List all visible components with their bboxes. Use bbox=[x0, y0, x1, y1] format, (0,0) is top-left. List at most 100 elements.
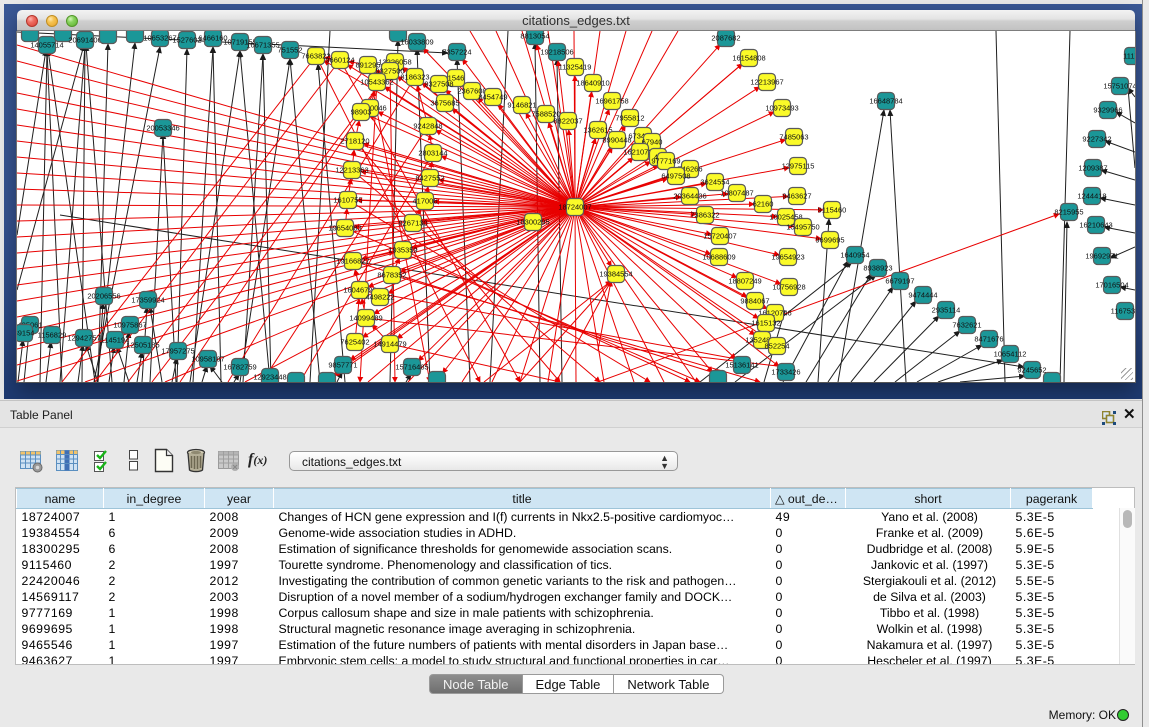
svg-text:8427552: 8427552 bbox=[415, 174, 444, 183]
svg-text:16210643: 16210643 bbox=[1079, 221, 1112, 230]
svg-text:18724007: 18724007 bbox=[558, 203, 591, 212]
svg-text:15720407: 15720407 bbox=[703, 232, 736, 241]
svg-text:2803144: 2803144 bbox=[418, 149, 447, 158]
svg-text:10807487: 10807487 bbox=[720, 189, 753, 198]
svg-text:8822037: 8822037 bbox=[553, 117, 582, 126]
svg-text:9242848: 9242848 bbox=[413, 122, 442, 131]
svg-text:10688609: 10688609 bbox=[702, 253, 735, 262]
svg-text:1640954: 1640954 bbox=[840, 251, 869, 260]
svg-text:19218506: 19218506 bbox=[540, 48, 573, 57]
svg-text:8938923: 8938923 bbox=[863, 264, 892, 273]
svg-text:1244418: 1244418 bbox=[1077, 192, 1106, 201]
svg-text:10543362: 10543362 bbox=[360, 78, 393, 87]
svg-text:18640910: 18640910 bbox=[576, 79, 609, 88]
svg-text:19654923: 19654923 bbox=[771, 253, 804, 262]
svg-text:8990448: 8990448 bbox=[602, 136, 631, 145]
svg-text:14914479: 14914479 bbox=[373, 340, 406, 349]
svg-text:16671355: 16671355 bbox=[246, 41, 279, 50]
svg-text:7386322: 7386322 bbox=[690, 211, 719, 220]
svg-text:19692971: 19692971 bbox=[1085, 252, 1118, 261]
svg-text:1362615: 1362615 bbox=[583, 126, 612, 135]
svg-text:98903: 98903 bbox=[351, 108, 372, 117]
svg-text:9884067: 9884067 bbox=[740, 297, 769, 306]
svg-text:18300295: 18300295 bbox=[516, 218, 549, 227]
svg-text:8471676: 8471676 bbox=[974, 335, 1003, 344]
svg-text:8215955: 8215955 bbox=[1054, 208, 1083, 217]
svg-text:17016504: 17016504 bbox=[1095, 281, 1128, 290]
svg-text:1615132: 1615132 bbox=[751, 319, 780, 328]
svg-text:10654112: 10654112 bbox=[994, 350, 1027, 359]
svg-text:9463627: 9463627 bbox=[782, 192, 811, 201]
svg-text:6679197: 6679197 bbox=[885, 277, 914, 286]
svg-text:7632621: 7632621 bbox=[952, 321, 981, 330]
svg-text:15716485: 15716485 bbox=[395, 363, 428, 372]
svg-text:9699695: 9699695 bbox=[815, 236, 844, 245]
svg-text:16033809: 16033809 bbox=[400, 38, 433, 47]
svg-text:3675685: 3675685 bbox=[430, 99, 459, 108]
svg-text:2935114: 2935114 bbox=[932, 306, 961, 315]
svg-text:4498222: 4498222 bbox=[365, 293, 394, 302]
svg-text:7625402: 7625402 bbox=[340, 338, 369, 347]
svg-text:1733426: 1733426 bbox=[771, 368, 800, 377]
svg-text:20053346: 20053346 bbox=[146, 124, 179, 133]
svg-text:9245652: 9245652 bbox=[1017, 366, 1046, 375]
svg-text:12213967: 12213967 bbox=[750, 78, 783, 87]
svg-text:9857771: 9857771 bbox=[328, 361, 357, 370]
svg-text:19166827: 19166827 bbox=[336, 257, 369, 266]
svg-text:9660124: 9660124 bbox=[325, 56, 354, 65]
svg-text:18807249: 18807249 bbox=[728, 277, 761, 286]
svg-text:19384554: 19384554 bbox=[599, 270, 632, 279]
svg-text:6497508: 6497508 bbox=[661, 172, 690, 181]
svg-text:20691406: 20691406 bbox=[68, 36, 101, 45]
svg-text:10973493: 10973493 bbox=[765, 104, 798, 113]
svg-text:15751074: 15751074 bbox=[1103, 82, 1135, 91]
svg-text:1209387: 1209387 bbox=[1078, 164, 1107, 173]
svg-text:10975867: 10975867 bbox=[113, 321, 146, 330]
svg-text:12505185: 12505185 bbox=[126, 341, 159, 350]
svg-text:14099489: 14099489 bbox=[349, 314, 382, 323]
svg-text:17957275: 17957275 bbox=[161, 347, 194, 356]
svg-text:9227342: 9227342 bbox=[1082, 135, 1111, 144]
svg-text:10756928: 10756928 bbox=[772, 283, 805, 292]
svg-text:7955812: 7955812 bbox=[615, 114, 644, 123]
svg-text:1610755: 1610755 bbox=[333, 196, 362, 205]
svg-text:9115460: 9115460 bbox=[818, 206, 847, 215]
svg-text:3624554: 3624554 bbox=[700, 178, 729, 187]
svg-text:1527602: 1527602 bbox=[172, 36, 201, 45]
svg-text:9777169: 9777169 bbox=[651, 157, 680, 166]
svg-text:12975115: 12975115 bbox=[782, 162, 815, 171]
svg-text:16154808: 16154808 bbox=[732, 54, 765, 63]
svg-text:1156829: 1156829 bbox=[38, 331, 67, 340]
svg-text:17359924: 17359924 bbox=[131, 296, 164, 305]
svg-text:7357224: 7357224 bbox=[442, 48, 471, 57]
svg-text:9474444: 9474444 bbox=[908, 291, 937, 300]
svg-text:8813054: 8813054 bbox=[520, 32, 549, 41]
svg-text:11325419: 11325419 bbox=[559, 63, 592, 72]
svg-text:9146821: 9146821 bbox=[507, 101, 536, 110]
svg-text:12942757: 12942757 bbox=[67, 334, 100, 343]
svg-text:10958187: 10958187 bbox=[191, 355, 224, 364]
svg-text:8267130: 8267130 bbox=[398, 219, 427, 228]
svg-text:12213363: 12213363 bbox=[335, 166, 368, 175]
svg-text:751552: 751552 bbox=[277, 46, 302, 55]
svg-text:8454749: 8454749 bbox=[478, 93, 507, 102]
svg-text:9329966: 9329966 bbox=[1093, 106, 1122, 115]
svg-text:852254: 852254 bbox=[764, 342, 789, 351]
svg-text:62160: 62160 bbox=[753, 200, 774, 209]
svg-text:16648784: 16648784 bbox=[869, 97, 902, 106]
svg-text:20364436: 20364436 bbox=[673, 192, 706, 201]
svg-text:12923448: 12923448 bbox=[253, 373, 286, 382]
svg-text:7485063: 7485063 bbox=[779, 133, 808, 142]
svg-text:1145194: 1145194 bbox=[101, 336, 130, 345]
svg-text:1935359: 1935359 bbox=[388, 246, 417, 255]
svg-text:39154: 39154 bbox=[17, 329, 34, 338]
svg-text:2718120: 2718120 bbox=[340, 137, 369, 146]
svg-text:15495750: 15495750 bbox=[786, 223, 819, 232]
svg-text:1167533: 1167533 bbox=[1111, 307, 1135, 316]
svg-text:8678352: 8678352 bbox=[377, 271, 406, 280]
svg-text:417006: 417006 bbox=[412, 197, 437, 206]
svg-text:15136141: 15136141 bbox=[725, 361, 758, 370]
svg-text:11173: 11173 bbox=[1123, 52, 1135, 61]
svg-text:19654083: 19654083 bbox=[328, 224, 361, 233]
svg-text:20206556: 20206556 bbox=[87, 292, 120, 301]
